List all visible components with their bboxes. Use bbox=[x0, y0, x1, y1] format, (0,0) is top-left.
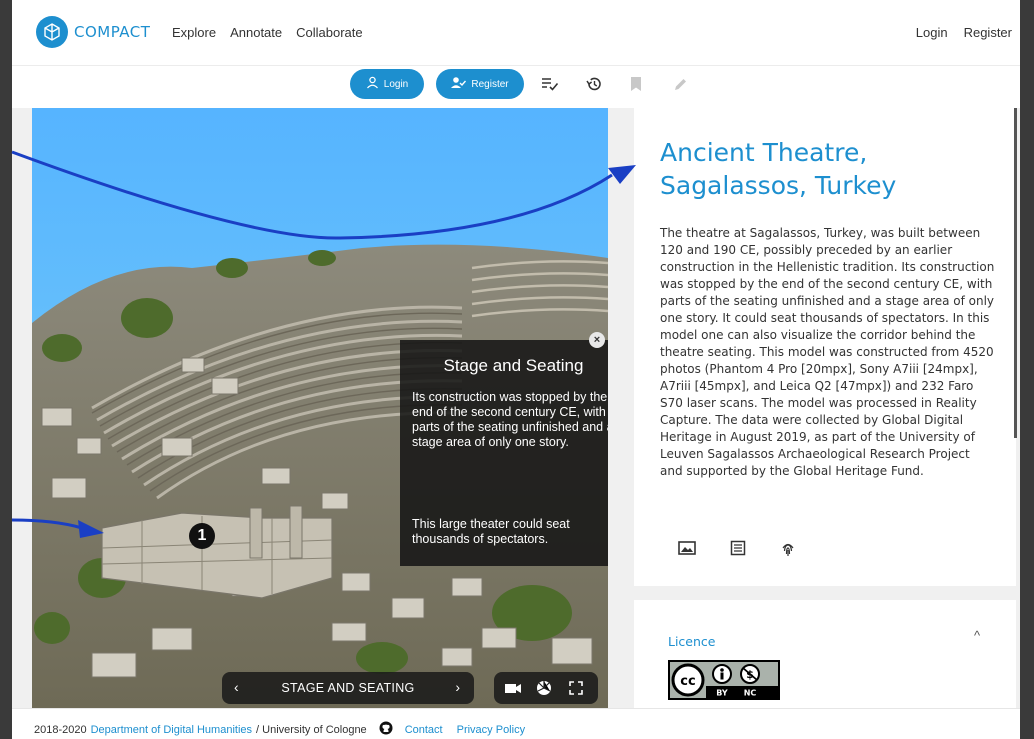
bookmark-icon[interactable] bbox=[626, 74, 646, 94]
user-check-icon bbox=[451, 76, 467, 92]
header-login-link[interactable]: Login bbox=[916, 25, 948, 40]
footer-row: 2018-2020 Department of Digital Humaniti… bbox=[34, 721, 525, 738]
chevron-right-icon[interactable]: › bbox=[455, 679, 460, 695]
history-icon[interactable] bbox=[584, 74, 604, 94]
list-check-icon[interactable] bbox=[540, 74, 560, 94]
right-frame bbox=[1020, 0, 1034, 739]
footer-university: / University of Cologne bbox=[256, 723, 367, 736]
overlay-text-1: Its construction was stopped by the end … bbox=[412, 390, 608, 449]
annotation-overlay: Stage and Seating Its construction was s… bbox=[400, 340, 608, 566]
left-frame bbox=[0, 0, 12, 739]
svg-text:cc: cc bbox=[680, 674, 695, 689]
footer-dept-link[interactable]: Department of Digital Humanities bbox=[91, 724, 252, 736]
licence-nc-text: NC bbox=[744, 689, 757, 698]
chevron-up-icon[interactable]: ^ bbox=[974, 628, 980, 643]
login-button-label: Login bbox=[383, 78, 409, 90]
image-icon[interactable] bbox=[678, 540, 696, 563]
action-toolbar: Login Register bbox=[12, 66, 1020, 108]
camera-icon[interactable] bbox=[504, 680, 521, 696]
register-button-label: Register bbox=[471, 78, 509, 90]
top-navbar: COMPACT Explore Annotate Collaborate Log… bbox=[12, 0, 1020, 66]
3d-viewer[interactable]: 1 Stage and Seating Its construction was… bbox=[32, 108, 608, 708]
header-register-link[interactable]: Register bbox=[964, 25, 1012, 40]
card-actions bbox=[678, 540, 796, 563]
licence-card: Licence ^ cc $ BY NC bbox=[634, 600, 1016, 708]
licence-by-text: BY bbox=[716, 689, 728, 698]
overlay-title: Stage and Seating bbox=[443, 356, 584, 375]
logo-cube-icon bbox=[36, 16, 68, 48]
user-icon bbox=[366, 76, 379, 92]
model-info-card: Ancient Theatre, Sagalassos, Turkey The … bbox=[634, 108, 1016, 586]
logo[interactable]: COMPACT bbox=[36, 16, 150, 48]
model-description: The theatre at Sagalassos, Turkey, was b… bbox=[660, 226, 995, 478]
list-icon[interactable] bbox=[730, 540, 746, 563]
creative-commons-icon[interactable]: cc $ BY NC bbox=[668, 660, 780, 700]
licence-label[interactable]: Licence bbox=[668, 634, 716, 649]
viewer-controls bbox=[494, 672, 598, 704]
footer-privacy-link[interactable]: Privacy Policy bbox=[457, 724, 525, 736]
overlay-text-2: This large theater could seat thousands … bbox=[412, 517, 570, 546]
fingerprint-icon[interactable] bbox=[780, 540, 796, 563]
annotation-nav-label: STAGE AND SEATING bbox=[281, 681, 415, 695]
card-scrollbar[interactable] bbox=[1014, 108, 1017, 438]
main-nav: Explore Annotate Collaborate bbox=[172, 25, 363, 40]
fullscreen-icon[interactable] bbox=[568, 680, 584, 696]
register-button[interactable]: Register bbox=[436, 69, 524, 99]
nav-annotate[interactable]: Annotate bbox=[230, 25, 282, 40]
aperture-icon[interactable] bbox=[536, 680, 552, 696]
auth-nav: Login Register bbox=[916, 25, 1012, 40]
footer-contact-link[interactable]: Contact bbox=[405, 724, 443, 736]
close-icon[interactable]: × bbox=[589, 332, 605, 348]
main-content: 1 Stage and Seating Its construction was… bbox=[12, 108, 1020, 708]
nav-explore[interactable]: Explore bbox=[172, 25, 216, 40]
logo-text: COMPACT bbox=[74, 23, 151, 41]
github-icon[interactable] bbox=[379, 721, 393, 738]
nav-collaborate[interactable]: Collaborate bbox=[296, 25, 363, 40]
footer: 2018-2020 Department of Digital Humaniti… bbox=[12, 708, 1020, 739]
login-button[interactable]: Login bbox=[350, 69, 424, 99]
annotation-navigator: ‹ STAGE AND SEATING › bbox=[222, 672, 474, 704]
pencil-icon[interactable] bbox=[670, 74, 690, 94]
footer-years: 2018-2020 bbox=[34, 723, 87, 736]
model-title: Ancient Theatre, Sagalassos, Turkey bbox=[660, 138, 897, 200]
annotation-marker[interactable]: 1 bbox=[189, 523, 215, 549]
